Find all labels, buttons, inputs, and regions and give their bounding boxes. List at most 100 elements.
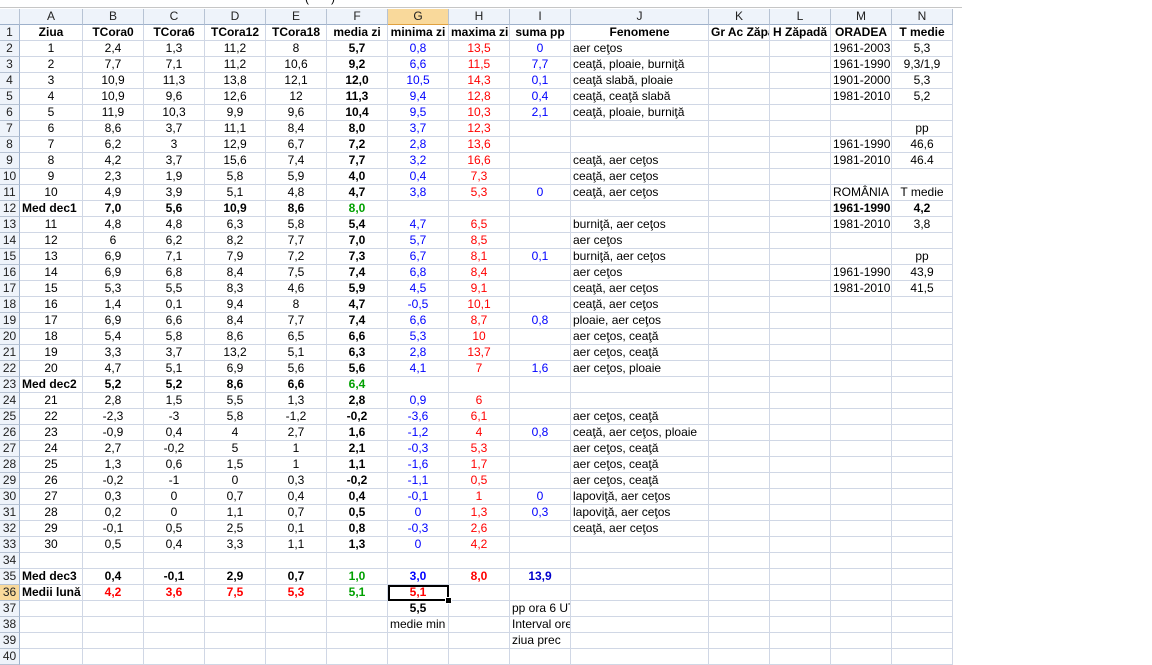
cell-i20[interactable]	[510, 329, 571, 345]
cell-k16[interactable]	[709, 265, 770, 281]
cell-k37[interactable]	[709, 601, 770, 617]
cell-a32[interactable]: 29	[20, 521, 83, 537]
cell-f39[interactable]	[327, 633, 388, 649]
cell-l10[interactable]	[770, 169, 831, 185]
cell-d25[interactable]: 5,8	[205, 409, 266, 425]
cell-a10[interactable]: 9	[20, 169, 83, 185]
cell-b11[interactable]: 4,9	[83, 185, 144, 201]
row-header-34[interactable]: 34	[0, 553, 20, 569]
cell-b39[interactable]	[83, 633, 144, 649]
cell-h37[interactable]	[449, 601, 510, 617]
cell-h34[interactable]	[449, 553, 510, 569]
cell-f26[interactable]: 1,6	[327, 425, 388, 441]
cell-d15[interactable]: 7,9	[205, 249, 266, 265]
cell-e28[interactable]: 1	[266, 457, 327, 473]
cell-n25[interactable]	[892, 409, 953, 425]
cell-f9[interactable]: 7,7	[327, 153, 388, 169]
cell-b9[interactable]: 4,2	[83, 153, 144, 169]
cell-j39[interactable]	[571, 633, 709, 649]
cell-a38[interactable]	[20, 617, 83, 633]
cell-m6[interactable]	[831, 105, 892, 121]
cell-e10[interactable]: 5,9	[266, 169, 327, 185]
cell-k27[interactable]	[709, 441, 770, 457]
cell-b25[interactable]: -2,3	[83, 409, 144, 425]
cell-k30[interactable]	[709, 489, 770, 505]
cell-m20[interactable]	[831, 329, 892, 345]
cell-l4[interactable]	[770, 73, 831, 89]
cell-f27[interactable]: 2,1	[327, 441, 388, 457]
row-header-3[interactable]: 3	[0, 57, 20, 73]
cell-j37[interactable]	[571, 601, 709, 617]
column-header-g[interactable]: G	[388, 9, 449, 25]
cell-b23[interactable]: 5,2	[83, 377, 144, 393]
cell-b22[interactable]: 4,7	[83, 361, 144, 377]
cell-c28[interactable]: 0,6	[144, 457, 205, 473]
cell-f34[interactable]	[327, 553, 388, 569]
cell-n15[interactable]: pp	[892, 249, 953, 265]
cell-k3[interactable]	[709, 57, 770, 73]
cell-f40[interactable]	[327, 649, 388, 665]
cell-k11[interactable]	[709, 185, 770, 201]
cell-a16[interactable]: 14	[20, 265, 83, 281]
row-header-24[interactable]: 24	[0, 393, 20, 409]
cell-k18[interactable]	[709, 297, 770, 313]
cell-b2[interactable]: 2,4	[83, 41, 144, 57]
cell-n6[interactable]	[892, 105, 953, 121]
cell-j31[interactable]: lapoviţă, aer ceţos	[571, 505, 709, 521]
row-header-27[interactable]: 27	[0, 441, 20, 457]
cell-l20[interactable]	[770, 329, 831, 345]
cell-a15[interactable]: 13	[20, 249, 83, 265]
cell-c23[interactable]: 5,2	[144, 377, 205, 393]
cell-l38[interactable]	[770, 617, 831, 633]
cell-f4[interactable]: 12,0	[327, 73, 388, 89]
cell-l3[interactable]	[770, 57, 831, 73]
cell-a35[interactable]: Med dec3	[20, 569, 83, 585]
cell-h19[interactable]: 8,7	[449, 313, 510, 329]
cell-i19[interactable]: 0,8	[510, 313, 571, 329]
cell-h20[interactable]: 10	[449, 329, 510, 345]
cell-m18[interactable]	[831, 297, 892, 313]
cell-h12[interactable]	[449, 201, 510, 217]
cell-m9[interactable]: 1981-2010	[831, 153, 892, 169]
cell-a19[interactable]: 17	[20, 313, 83, 329]
cell-a26[interactable]: 23	[20, 425, 83, 441]
cell-k10[interactable]	[709, 169, 770, 185]
cell-j11[interactable]: ceaţă, aer ceţos	[571, 185, 709, 201]
cell-j3[interactable]: ceaţă, ploaie, burniţă	[571, 57, 709, 73]
cell-b35[interactable]: 0,4	[83, 569, 144, 585]
cell-b15[interactable]: 6,9	[83, 249, 144, 265]
cell-i23[interactable]	[510, 377, 571, 393]
cell-i15[interactable]: 0,1	[510, 249, 571, 265]
cell-n35[interactable]	[892, 569, 953, 585]
cell-m11[interactable]: ROMÂNIA	[831, 185, 892, 201]
cell-f25[interactable]: -0,2	[327, 409, 388, 425]
row-header-14[interactable]: 14	[0, 233, 20, 249]
cell-c1[interactable]: TCora6	[144, 25, 205, 41]
cell-f37[interactable]	[327, 601, 388, 617]
cell-c3[interactable]: 7,1	[144, 57, 205, 73]
cell-j12[interactable]	[571, 201, 709, 217]
cell-g16[interactable]: 6,8	[388, 265, 449, 281]
cell-c22[interactable]: 5,1	[144, 361, 205, 377]
column-header-b[interactable]: B	[83, 9, 144, 25]
cell-m31[interactable]	[831, 505, 892, 521]
cell-i17[interactable]	[510, 281, 571, 297]
cell-h21[interactable]: 13,7	[449, 345, 510, 361]
cell-h40[interactable]	[449, 649, 510, 665]
row-header-40[interactable]: 40	[0, 649, 20, 665]
cell-d30[interactable]: 0,7	[205, 489, 266, 505]
cell-b26[interactable]: -0,9	[83, 425, 144, 441]
cell-f28[interactable]: 1,1	[327, 457, 388, 473]
cell-e36[interactable]: 5,3	[266, 585, 327, 601]
cell-d27[interactable]: 5	[205, 441, 266, 457]
row-header-18[interactable]: 18	[0, 297, 20, 313]
cell-m25[interactable]	[831, 409, 892, 425]
cell-e15[interactable]: 7,2	[266, 249, 327, 265]
cell-h16[interactable]: 8,4	[449, 265, 510, 281]
cell-d29[interactable]: 0	[205, 473, 266, 489]
cell-a34[interactable]	[20, 553, 83, 569]
cell-f16[interactable]: 7,4	[327, 265, 388, 281]
cell-g34[interactable]	[388, 553, 449, 569]
cell-a39[interactable]	[20, 633, 83, 649]
cell-b5[interactable]: 10,9	[83, 89, 144, 105]
